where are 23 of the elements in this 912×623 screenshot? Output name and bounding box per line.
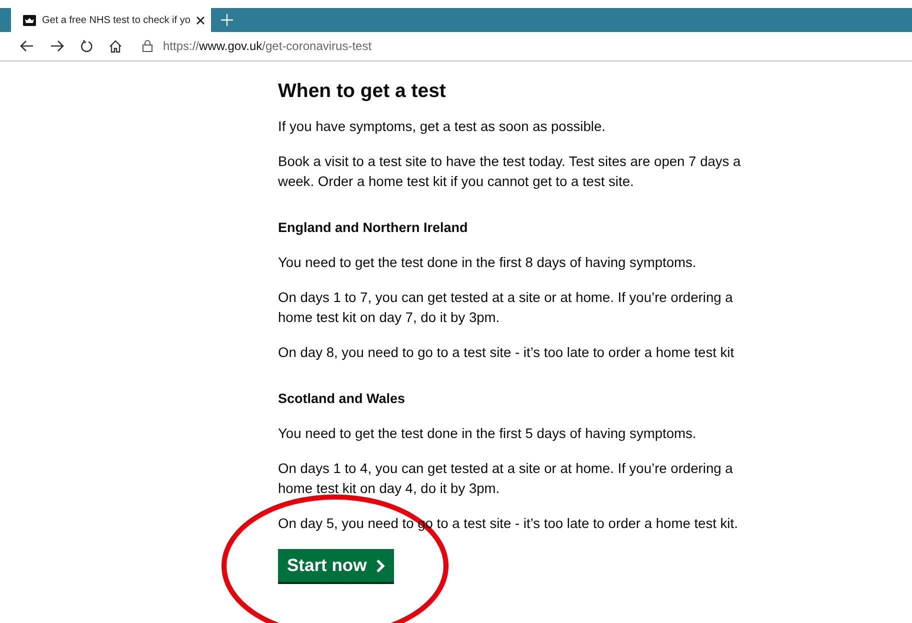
page-heading: When to get a test bbox=[278, 80, 447, 103]
start-button[interactable]: Start now bbox=[278, 549, 394, 582]
section-heading: Scotland and Wales bbox=[278, 390, 406, 408]
new-tab-icon[interactable] bbox=[221, 14, 234, 26]
lock-icon bbox=[142, 40, 153, 52]
paragraph: You need to get the test done in the first 5 days of having symptoms. bbox=[278, 425, 698, 443]
paragraph: Book a visit to a test site to have the test today. Test sites are open 7 days a week. Order a home test kit if you cannot get to a test site. bbox=[278, 153, 742, 191]
paragraph: On day 8, you need to go to a test site - it’s too late to order a home test kit bbox=[278, 344, 736, 362]
tab-title: Get a free NHS test to check if yo bbox=[42, 14, 190, 26]
home-icon[interactable] bbox=[109, 40, 122, 52]
section-heading: England and Northern Ireland bbox=[278, 219, 469, 237]
forward-icon[interactable] bbox=[50, 40, 64, 52]
crown-icon bbox=[23, 14, 36, 26]
close-icon[interactable] bbox=[196, 16, 206, 24]
refresh-icon[interactable] bbox=[80, 40, 93, 52]
chevron-icon bbox=[376, 558, 385, 572]
paragraph: You need to get the test done in the first 8 days of having symptoms. bbox=[278, 254, 698, 272]
back-icon[interactable] bbox=[20, 40, 34, 52]
browser-tab[interactable]: Get a free NHS test to check if yo bbox=[8, 8, 212, 32]
paragraph: On days 1 to 7, you can get tested at a site or at home. If you’re ordering a home test kit on day 7, do it by 3pm. bbox=[278, 289, 734, 327]
address-bar[interactable]: https://www.gov.uk/get-coronavirus-test bbox=[163, 39, 372, 53]
paragraph: If you have symptoms, get a test as soon as possible. bbox=[278, 118, 606, 136]
paragraph: On days 1 to 4, you can get tested at a site or at home. If you’re ordering a home test kit on day 4, do it by 3pm. bbox=[278, 460, 734, 498]
